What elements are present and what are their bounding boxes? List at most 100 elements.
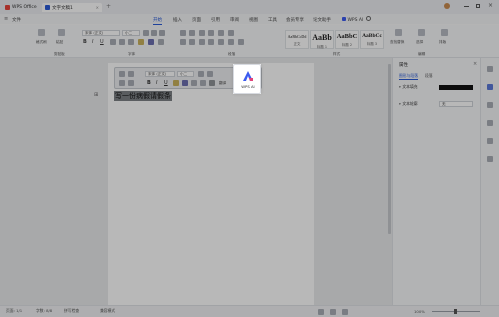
format-painter-icon[interactable] xyxy=(38,29,45,36)
bullets-icon[interactable] xyxy=(180,30,186,36)
style-normal[interactable]: AaBbCcDd 正文 xyxy=(285,30,309,49)
text-fill-swatch[interactable] xyxy=(439,85,473,90)
maximize-icon[interactable] xyxy=(476,4,480,8)
justify-icon[interactable] xyxy=(208,39,214,45)
menu-tools[interactable]: 工具 xyxy=(268,17,277,23)
superscript-icon[interactable] xyxy=(119,39,125,45)
format-brush-icon[interactable] xyxy=(119,80,125,86)
selected-text[interactable]: 写一份病假请假条 xyxy=(114,91,172,101)
text-outline-select[interactable]: 无 xyxy=(439,101,473,107)
style-heading-3[interactable]: AaBbCc 标题 3 xyxy=(360,30,384,49)
menu-file[interactable]: 文件 xyxy=(12,17,21,23)
properties-icon[interactable] xyxy=(487,66,493,72)
tab-wps-office[interactable]: WPS Office xyxy=(2,3,40,12)
select-tool-icon[interactable] xyxy=(487,84,493,90)
mini-shrink-icon[interactable] xyxy=(207,71,213,77)
comments-icon[interactable] xyxy=(487,102,493,108)
zoom-level[interactable]: 100% xyxy=(414,309,425,314)
help-icon[interactable] xyxy=(487,156,493,162)
menu-layout[interactable]: 页面 xyxy=(192,17,201,23)
avatar[interactable] xyxy=(444,3,450,9)
search-icon[interactable] xyxy=(366,16,371,21)
mini-italic-icon[interactable]: I xyxy=(156,80,157,86)
mini-grow-icon[interactable] xyxy=(198,71,204,77)
close-icon[interactable]: × xyxy=(488,2,493,9)
numbering-icon[interactable] xyxy=(189,30,195,36)
underline-icon[interactable]: U xyxy=(100,39,104,45)
view-mode-icon[interactable] xyxy=(318,309,324,315)
line-spacing-icon[interactable] xyxy=(218,39,224,45)
style-heading-2[interactable]: AaBbC 标题 2 xyxy=(335,30,359,49)
text-outline-row[interactable]: ▾ 文本轮廓 无 xyxy=(399,101,477,109)
sort-icon[interactable] xyxy=(218,30,224,36)
menu-references[interactable]: 引用 xyxy=(211,17,220,23)
mini-align-icon[interactable] xyxy=(191,80,197,86)
web-mode-icon[interactable] xyxy=(342,309,348,315)
zoom-slider-thumb[interactable] xyxy=(454,309,457,314)
text-effect-icon[interactable] xyxy=(158,39,164,45)
paste-icon[interactable] xyxy=(58,29,65,36)
move-handle-icon[interactable]: ⊞ xyxy=(94,92,98,98)
menu-wps-ai[interactable]: WPS AI xyxy=(342,17,363,23)
menu-paper[interactable]: 论文助手 xyxy=(313,17,331,23)
font-color-icon[interactable] xyxy=(148,39,154,45)
compat-mode[interactable]: 兼容模式 xyxy=(100,308,115,314)
panel-close-icon[interactable]: × xyxy=(473,61,477,67)
mini-highlight-icon[interactable] xyxy=(173,80,179,86)
hamburger-icon[interactable]: ≡ xyxy=(4,16,8,22)
typeset-icon[interactable] xyxy=(441,29,448,36)
align-left-icon[interactable] xyxy=(180,39,186,45)
increase-indent-icon[interactable] xyxy=(208,30,214,36)
mini-more-label[interactable]: 翻译 xyxy=(219,81,226,86)
grow-font-icon[interactable] xyxy=(143,30,149,36)
subscript-icon[interactable] xyxy=(128,39,134,45)
decrease-indent-icon[interactable] xyxy=(199,30,205,36)
spell-check[interactable]: 拼写检查 xyxy=(64,308,79,314)
copy-icon[interactable] xyxy=(119,71,125,77)
wps-ai-button[interactable]: WPS AI xyxy=(233,64,261,94)
mini-color-icon[interactable] xyxy=(182,80,188,86)
font-name-select[interactable]: 宋体 (正文) xyxy=(82,30,120,36)
style-icon[interactable] xyxy=(128,80,134,86)
strikethrough-icon[interactable] xyxy=(110,39,116,45)
align-center-icon[interactable] xyxy=(189,39,195,45)
minimize-icon[interactable] xyxy=(464,6,469,7)
italic-icon[interactable]: I xyxy=(92,39,93,45)
close-tab-icon[interactable]: × xyxy=(96,5,99,10)
word-count[interactable]: 字数: 8/8 xyxy=(36,308,52,314)
read-mode-icon[interactable] xyxy=(330,309,336,315)
menu-review[interactable]: 审阅 xyxy=(230,17,239,23)
bold-icon[interactable]: B xyxy=(83,39,87,45)
find-replace-icon[interactable] xyxy=(395,29,402,36)
font-size-select[interactable]: 小二 xyxy=(122,30,140,36)
vertical-scrollbar[interactable] xyxy=(388,64,391,234)
history-icon[interactable] xyxy=(487,120,493,126)
text-fill-row[interactable]: ▾ 文本填充 xyxy=(399,84,477,92)
share-icon[interactable] xyxy=(487,138,493,144)
menu-member[interactable]: 会员专享 xyxy=(286,17,304,23)
paste-menu-icon[interactable] xyxy=(128,71,134,77)
highlight-icon[interactable] xyxy=(138,39,144,45)
mini-font-select[interactable]: 宋体 (正文) xyxy=(145,71,175,77)
page-indicator[interactable]: 页面: 1/1 xyxy=(6,308,22,314)
new-tab-button[interactable]: + xyxy=(106,3,111,10)
tab-document[interactable]: 文字文稿1 × xyxy=(42,3,102,12)
select-icon[interactable] xyxy=(418,29,425,36)
mini-shade-icon[interactable] xyxy=(209,80,215,86)
panel-tab-shape[interactable]: 图形与段落 xyxy=(399,73,418,80)
clear-format-icon[interactable] xyxy=(159,30,165,36)
menu-home[interactable]: 开始 xyxy=(153,17,162,25)
align-right-icon[interactable] xyxy=(199,39,205,45)
mini-size-select[interactable]: 小二 xyxy=(177,71,194,77)
mini-spacing-icon[interactable] xyxy=(200,80,206,86)
show-marks-icon[interactable] xyxy=(228,30,234,36)
style-heading-1[interactable]: AaBb 标题 1 xyxy=(310,30,334,49)
menu-insert[interactable]: 插入 xyxy=(173,17,182,23)
menu-view[interactable]: 视图 xyxy=(249,17,258,23)
shrink-font-icon[interactable] xyxy=(151,30,157,36)
borders-icon[interactable] xyxy=(238,39,244,45)
mini-underline-icon[interactable]: U xyxy=(164,80,168,86)
mini-bold-icon[interactable]: B xyxy=(147,80,151,86)
panel-tab-paragraph[interactable]: 段落 xyxy=(425,73,433,79)
shading-icon[interactable] xyxy=(228,39,234,45)
